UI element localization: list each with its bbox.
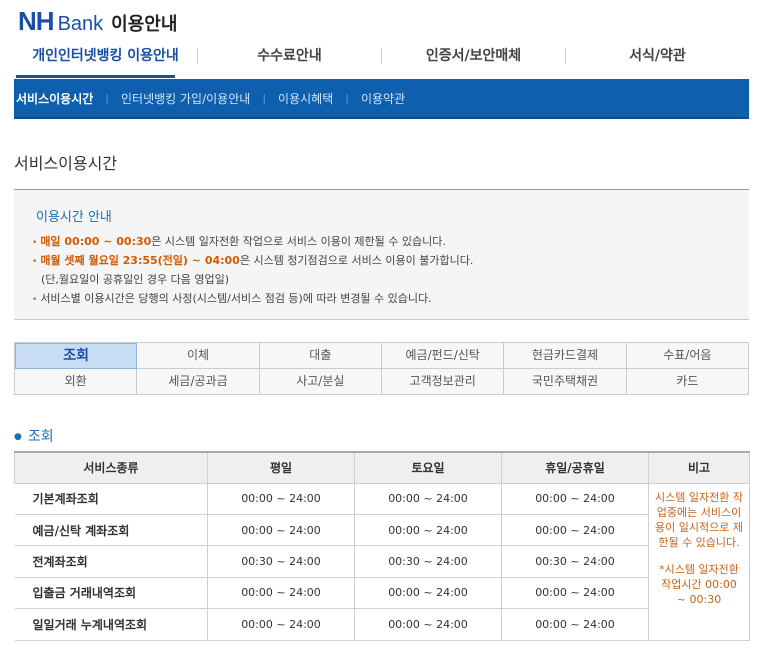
notice-heading: 이용시간 안내 bbox=[36, 210, 112, 225]
notice-text: 서비스별 이용시간은 당행의 사정(시스템/서비스 점검 등)에 따라 변경될 … bbox=[40, 292, 432, 305]
remarks-text-box: 시스템 일자전환 작업중에는 서비스이용이 일시적으로 제한될 수 있습니다. … bbox=[655, 490, 743, 640]
gnb-fees[interactable]: 수수료안내 bbox=[198, 38, 381, 76]
saturday-hours: 00:00 ~ 24:00 bbox=[354, 514, 502, 547]
notice-item: 서비스별 이용시간은 당행의 사정(시스템/서비스 점검 등)에 따라 변경될 … bbox=[32, 290, 473, 309]
subnav-terms[interactable]: 이용약관 bbox=[349, 90, 417, 107]
column-header: 서비스종류 bbox=[14, 451, 208, 484]
holiday-hours: 00:00 ~ 24:00 bbox=[501, 483, 649, 515]
section-heading: ● 조회 bbox=[14, 426, 54, 446]
service-name: 예금/신탁 계좌조회 bbox=[14, 514, 208, 547]
service-name: 전계좌조회 bbox=[14, 545, 208, 578]
category-tab-loan[interactable]: 대출 bbox=[259, 343, 382, 369]
gnb-certificate-security[interactable]: 인증서/보안매체 bbox=[382, 38, 565, 76]
notice-item: 매일 00:00 ~ 00:30은 시스템 일자전환 작업으로 서비스 이용이 … bbox=[32, 233, 473, 252]
notice-item: 매월 셋째 월요일 23:55(전일) ~ 04:00은 시스템 정기점검으로 … bbox=[32, 252, 473, 271]
service-name: 일일거래 누계내역조회 bbox=[14, 608, 208, 641]
category-tab-accident-loss[interactable]: 사고/분실 bbox=[259, 369, 382, 395]
service-hours-table: 서비스종류 평일 토요일 휴일/공휴일 비고 기본계좌조회 00:00 ~ 24… bbox=[14, 451, 750, 641]
table-row: 예금/신탁 계좌조회 00:00 ~ 24:00 00:00 ~ 24:00 0… bbox=[14, 514, 750, 547]
notice-text: (단,월요일이 공휴일인 경우 다음 영업일) bbox=[41, 273, 229, 286]
category-tab-inquiry[interactable]: 조회 bbox=[15, 343, 138, 369]
notice-highlight: 매월 셋째 월요일 23:55(전일) ~ 04:00 bbox=[40, 254, 240, 267]
weekday-hours: 00:00 ~ 24:00 bbox=[207, 577, 355, 610]
table-row: 기본계좌조회 00:00 ~ 24:00 00:00 ~ 24:00 00:00… bbox=[14, 483, 750, 641]
weekday-hours: 00:00 ~ 24:00 bbox=[207, 608, 355, 641]
global-nav: 개인인터넷뱅킹 이용안내 수수료안내 인증서/보안매체 서식/약관 bbox=[14, 38, 749, 78]
category-tab-cash-card-payment[interactable]: 현금카드결제 bbox=[504, 343, 627, 369]
category-tab-housing-bond[interactable]: 국민주택채권 bbox=[504, 369, 627, 395]
logo-nh: NH bbox=[18, 6, 55, 36]
bullet-icon: ● bbox=[14, 432, 22, 442]
holiday-hours: 00:30 ~ 24:00 bbox=[501, 545, 649, 578]
category-tab-customer-info[interactable]: 고객정보관리 bbox=[382, 369, 505, 395]
holiday-hours: 00:00 ~ 24:00 bbox=[501, 514, 649, 547]
category-tab-transfer[interactable]: 이체 bbox=[137, 343, 260, 369]
saturday-hours: 00:00 ~ 24:00 bbox=[354, 483, 502, 515]
column-header: 토요일 bbox=[354, 451, 502, 484]
column-header: 평일 bbox=[207, 451, 355, 484]
table-row: 입출금 거래내역조회 00:00 ~ 24:00 00:00 ~ 24:00 0… bbox=[14, 577, 750, 610]
gnb-internet-banking-guide[interactable]: 개인인터넷뱅킹 이용안내 bbox=[14, 38, 197, 78]
service-name: 입출금 거래내역조회 bbox=[14, 577, 208, 610]
saturday-hours: 00:30 ~ 24:00 bbox=[354, 545, 502, 578]
subnav-service-hours[interactable]: 서비스이용시간 bbox=[14, 90, 105, 107]
subnav-signup-guide[interactable]: 인터넷뱅킹 가입/이용안내 bbox=[109, 90, 262, 107]
usage-notice-box: 이용시간 안내 매일 00:00 ~ 00:30은 시스템 일자전환 작업으로 … bbox=[14, 190, 749, 320]
header-title: 이용안내 bbox=[111, 14, 178, 35]
notice-text: 은 시스템 정기점검으로 서비스 이용이 불가합니다. bbox=[239, 254, 474, 267]
column-header: 휴일/공휴일 bbox=[501, 451, 649, 484]
notice-item: (단,월요일이 공휴일인 경우 다음 영업일) bbox=[32, 271, 473, 290]
weekday-hours: 00:30 ~ 24:00 bbox=[207, 545, 355, 578]
weekday-hours: 00:00 ~ 24:00 bbox=[207, 483, 355, 515]
subnav-benefits[interactable]: 이용시혜택 bbox=[266, 90, 345, 107]
service-category-tabs: 조회 이체 대출 예금/펀드/신탁 현금카드결제 수표/어음 외환 세금/공과금… bbox=[14, 342, 749, 395]
category-tab-check-bill[interactable]: 수표/어음 bbox=[626, 343, 749, 369]
notice-text: 은 시스템 일자전환 작업으로 서비스 이용이 제한될 수 있습니다. bbox=[151, 235, 446, 248]
gnb-forms-terms[interactable]: 서식/약관 bbox=[566, 38, 749, 76]
logo-bank: Bank bbox=[57, 13, 104, 35]
category-tab-tax-utility[interactable]: 세금/공과금 bbox=[137, 369, 260, 395]
saturday-hours: 00:00 ~ 24:00 bbox=[354, 608, 502, 641]
weekday-hours: 00:00 ~ 24:00 bbox=[207, 514, 355, 547]
notice-list: 매일 00:00 ~ 00:30은 시스템 일자전환 작업으로 서비스 이용이 … bbox=[32, 233, 473, 309]
remarks-cell: 시스템 일자전환 작업중에는 서비스이용이 일시적으로 제한될 수 있습니다. … bbox=[648, 483, 750, 641]
column-header: 비고 bbox=[648, 451, 750, 484]
section-heading-label: 조회 bbox=[27, 429, 54, 445]
sub-nav: 서비스이용시간 | 인터넷뱅킹 가입/이용안내 | 이용시혜택 | 이용약관 bbox=[14, 79, 749, 119]
nh-bank-logo[interactable]: NH Bank 이용안내 bbox=[18, 6, 177, 36]
page-title: 서비스이용시간 bbox=[14, 154, 118, 173]
category-tab-card[interactable]: 카드 bbox=[626, 369, 749, 395]
saturday-hours: 00:00 ~ 24:00 bbox=[354, 577, 502, 610]
notice-highlight: 매일 00:00 ~ 00:30 bbox=[40, 235, 152, 248]
remarks-text: *시스템 일자전환 작업시간 00:00 ~ 00:30 bbox=[659, 562, 739, 606]
category-tab-deposit-fund-trust[interactable]: 예금/펀드/신탁 bbox=[382, 343, 505, 369]
table-header-row: 서비스종류 평일 토요일 휴일/공휴일 비고 bbox=[14, 451, 750, 484]
category-tab-forex[interactable]: 외환 bbox=[15, 369, 138, 395]
service-name: 기본계좌조회 bbox=[14, 483, 208, 515]
table-row: 일일거래 누계내역조회 00:00 ~ 24:00 00:00 ~ 24:00 … bbox=[14, 608, 750, 641]
remarks-text: 시스템 일자전환 작업중에는 서비스이용이 일시적으로 제한될 수 있습니다. bbox=[655, 490, 743, 549]
holiday-hours: 00:00 ~ 24:00 bbox=[501, 608, 649, 641]
table-row: 전계좌조회 00:30 ~ 24:00 00:30 ~ 24:00 00:30 … bbox=[14, 545, 750, 578]
holiday-hours: 00:00 ~ 24:00 bbox=[501, 577, 649, 610]
